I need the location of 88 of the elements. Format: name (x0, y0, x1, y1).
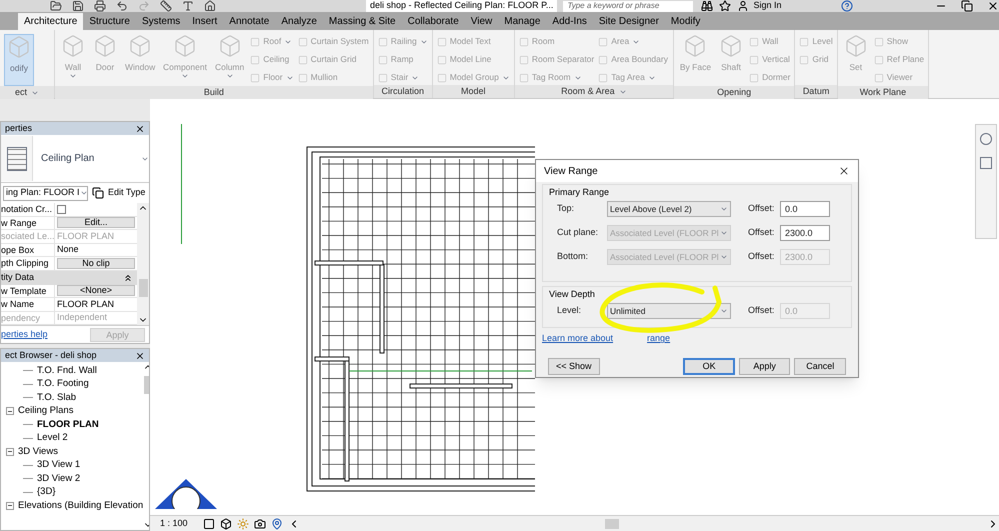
panel-label: Build (204, 86, 224, 99)
tree-item[interactable]: T.O. Fnd. Wall (37, 364, 97, 378)
field-label: Offset: (748, 202, 776, 216)
ribbon-tab[interactable]: Annotate (223, 13, 276, 30)
panel-title[interactable]: Model (432, 85, 514, 98)
property-value: Independent (57, 311, 108, 324)
tree-item[interactable]: Ceiling Plans (18, 404, 74, 418)
ribbon-tab[interactable]: Add-Ins (546, 13, 593, 30)
tree-item[interactable]: 3D View 2 (37, 472, 80, 486)
property-value: FLOOR PLAN (57, 298, 114, 310)
property-name: pendency (1, 312, 55, 324)
panel-title[interactable]: Opening (674, 86, 794, 99)
tree-item[interactable]: FLOOR PLAN (37, 418, 99, 432)
property-name: w Name (1, 298, 55, 310)
window-title: deli shop - Reflected Ceiling Plan: FLOOR P... (366, 0, 558, 12)
help-link[interactable]: perties help (1, 328, 48, 342)
tree-item[interactable]: T.O. Footing (37, 377, 89, 392)
tree-item[interactable]: 3D Views (18, 444, 58, 459)
ribbon-tab[interactable]: Collaborate (402, 13, 465, 30)
ribbon-tab[interactable]: Massing & Site (322, 13, 402, 30)
property-button[interactable]: No clip (57, 258, 135, 269)
ribbon-tab[interactable]: Insert (186, 13, 224, 30)
dialog-title: View Range (544, 164, 598, 178)
panel-title[interactable]: Room & Area (514, 85, 673, 98)
panel-title[interactable]: Build (55, 86, 373, 99)
tree-item[interactable]: Level 2 (37, 431, 68, 446)
ribbon-tab[interactable]: Analyze (275, 13, 323, 30)
offset-field[interactable]: 0.0 (780, 201, 830, 217)
panel-label: Circulation (381, 84, 424, 98)
help-link[interactable]: Learn more about (542, 332, 614, 346)
panel-title: perties (5, 122, 32, 135)
panel-label: Work Plane (860, 86, 906, 99)
panel-title[interactable]: Work Plane (838, 86, 928, 99)
property-name: pth Clipping (1, 257, 55, 270)
view-scale[interactable]: 1 : 100 (160, 516, 188, 530)
ribbon-tab[interactable]: Manage (498, 13, 546, 30)
field-label: Offset: (748, 304, 776, 318)
property-button[interactable]: Edit... (57, 217, 135, 228)
dialog-button[interactable]: Apply (738, 358, 790, 375)
field-label: Top: (556, 202, 576, 216)
panel-label: ect (14, 86, 27, 99)
property-name: w Range (1, 216, 55, 229)
group-title: Primary Range (549, 186, 610, 199)
field-label: Offset: (748, 226, 776, 240)
property-button[interactable]: <None> (57, 285, 135, 296)
property-name: w Template (1, 284, 55, 297)
ribbon-tab[interactable]: Systems (136, 13, 186, 30)
ribbon-tool-button[interactable]: odify (4, 34, 34, 86)
view-selector[interactable]: ing Plan: FLOOR I (3, 186, 88, 200)
dialog-button[interactable]: OK (683, 358, 735, 375)
edit-type-button[interactable]: Edit Type (92, 186, 146, 200)
offset-field[interactable]: 2300.0 (780, 225, 830, 241)
tree-item[interactable]: T.O. Slab (37, 390, 76, 405)
dialog-button[interactable]: Cancel (794, 358, 846, 375)
group-header[interactable]: tity Data (1, 270, 137, 284)
type-selector[interactable]: Ceiling Plan (1, 135, 149, 183)
ribbon-tab[interactable]: Modify (664, 13, 706, 30)
property-value: FLOOR PLAN (57, 230, 114, 242)
ribbon-tab[interactable]: Architecture (18, 13, 84, 30)
panel-label: Model (461, 84, 486, 98)
tree-item[interactable]: Elevations (Building Elevation (18, 498, 144, 513)
panel-title[interactable]: Circulation (374, 85, 432, 98)
sign-in-button[interactable]: Sign In (753, 0, 782, 12)
tree-item[interactable]: 3D View 1 (37, 458, 80, 472)
ribbon-tab[interactable]: View (464, 13, 498, 30)
ribbon-tab[interactable]: Site Designer (592, 13, 665, 30)
dropdown[interactable]: Level Above (Level 2) (607, 201, 731, 217)
field-label: Offset: (748, 250, 776, 264)
panel-label: Opening (717, 86, 752, 99)
dialog-button[interactable]: << Show (548, 358, 600, 375)
property-name: sociated Le... (1, 230, 55, 242)
panel-label: Datum (802, 84, 830, 98)
tree-item[interactable]: {3D} (37, 485, 56, 500)
search-field[interactable]: Type a keyword or phrase (563, 0, 694, 12)
panel-title: ect Browser - deli shop (5, 348, 97, 362)
field-label: Bottom: (556, 250, 590, 264)
property-value: None (57, 243, 79, 256)
panel-title[interactable]: Datum (795, 85, 837, 98)
panel-label: Room & Area (561, 84, 615, 98)
property-name: ope Box (1, 244, 55, 256)
field-label: Level: (556, 304, 582, 318)
ribbon-tab[interactable]: Structure (83, 13, 136, 30)
property-name: notation Cr... (1, 203, 55, 216)
help-link[interactable]: range (647, 332, 670, 346)
dropdown[interactable]: Unlimited (607, 303, 731, 319)
panel-title[interactable]: ect (0, 86, 54, 99)
group-title: View Depth (549, 288, 595, 301)
field-label: Cut plane: (556, 226, 600, 240)
